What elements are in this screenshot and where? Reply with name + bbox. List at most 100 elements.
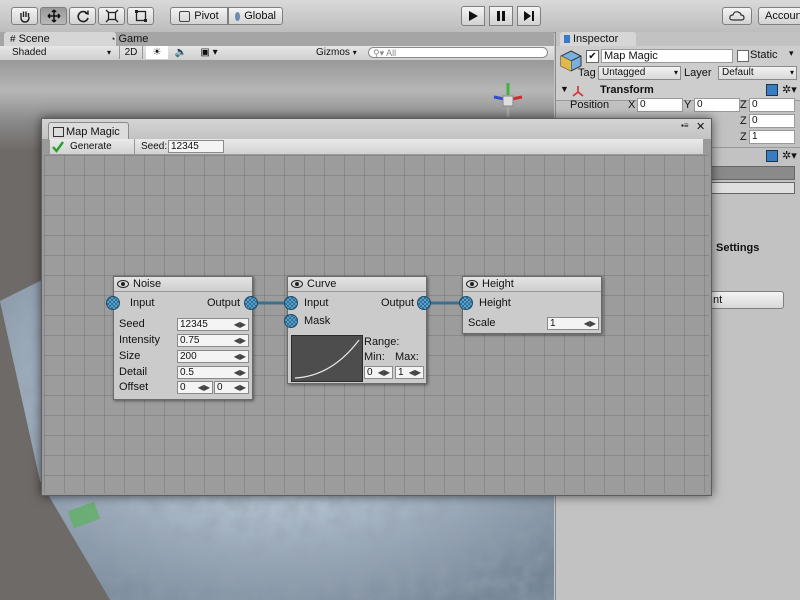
scale-z-field[interactable]: 1: [749, 130, 795, 144]
dropdown-arrow-icon: ▾: [352, 48, 357, 57]
drag-arrows-icon[interactable]: ◀▶: [409, 367, 421, 378]
seed-field[interactable]: 12345 ◀▶: [177, 318, 249, 331]
input-port[interactable]: [459, 296, 473, 310]
inspector-action-button[interactable]: nt: [706, 291, 784, 309]
component-bar: [711, 182, 795, 194]
intensity-field[interactable]: 0.75 ◀▶: [177, 334, 249, 347]
size-field[interactable]: 200 ◀▶: [177, 350, 249, 363]
position-z-field[interactable]: 0: [749, 98, 795, 112]
mask-port[interactable]: [284, 314, 298, 328]
gizmos-label: Gizmos: [316, 47, 350, 58]
node-header[interactable]: Noise: [114, 277, 252, 292]
gizmos-dropdown[interactable]: Gizmos ▾: [316, 46, 362, 59]
move-tool-button[interactable]: [40, 7, 67, 25]
foldout-arrow-icon[interactable]: ▼: [560, 84, 569, 94]
drag-arrows-icon[interactable]: ◀▶: [234, 367, 246, 378]
layer-dropdown[interactable]: Default ▾: [718, 66, 797, 80]
settings-foldout-label[interactable]: Settings: [716, 242, 759, 254]
image-icon: ▣ ▾: [200, 47, 218, 58]
input-port[interactable]: [284, 296, 298, 310]
drag-arrows-icon[interactable]: ◀▶: [198, 382, 210, 393]
gear-icon[interactable]: ✲▾: [782, 149, 797, 162]
global-button[interactable]: Global: [228, 7, 283, 25]
scene-search-input[interactable]: ⚲▾ All: [368, 47, 548, 58]
object-name-field[interactable]: Map Magic: [601, 49, 733, 63]
rotation-z-field[interactable]: 0: [749, 114, 795, 128]
eye-icon[interactable]: [291, 280, 303, 288]
scale-tool-button[interactable]: [98, 7, 125, 25]
curve-editor[interactable]: [291, 335, 363, 382]
pause-button[interactable]: [489, 6, 513, 26]
eye-icon[interactable]: [117, 280, 129, 288]
seed-field[interactable]: 12345: [168, 140, 224, 153]
transform-header[interactable]: ▼ Transform ✲▾: [556, 84, 800, 98]
eye-icon[interactable]: [466, 280, 478, 288]
tag-dropdown[interactable]: Untagged ▾: [598, 66, 681, 80]
drag-arrows-icon[interactable]: ◀▶: [234, 335, 246, 346]
tag-value: Untagged: [602, 67, 646, 78]
shading-dropdown[interactable]: Shaded ▾: [2, 46, 114, 59]
offset-x-field[interactable]: 0 ◀▶: [177, 381, 213, 394]
step-icon: [524, 11, 534, 21]
position-y-field[interactable]: 0: [694, 98, 740, 112]
play-button[interactable]: [461, 6, 485, 26]
generate-button[interactable]: Generate: [52, 140, 128, 153]
drag-arrows-icon[interactable]: ◀▶: [234, 382, 246, 393]
close-icon[interactable]: ✕: [696, 120, 705, 133]
drag-arrows-icon[interactable]: ◀▶: [584, 318, 596, 329]
pacman-icon: ◔: [110, 34, 116, 44]
tab-map-magic[interactable]: Map Magic: [48, 122, 129, 140]
dropdown-arrow-icon[interactable]: ▾: [789, 48, 794, 59]
toggle-2d-button[interactable]: 2D: [119, 46, 143, 59]
drag-arrows-icon[interactable]: ◀▶: [378, 367, 390, 378]
rect-tool-button[interactable]: [127, 7, 154, 25]
noise-node[interactable]: Noise Input Output Seed 12345 ◀▶ Intensit…: [106, 276, 258, 400]
min-field[interactable]: 0 ◀▶: [364, 366, 393, 379]
map-magic-window: Map Magic ▪≡ ✕ Generate Seed: 12345 Nois…: [41, 118, 712, 496]
window-titlebar[interactable]: Map Magic ▪≡ ✕: [42, 119, 711, 140]
height-node[interactable]: Height Height Scale 1 ◀▶: [459, 276, 602, 334]
lighting-toggle[interactable]: ☀: [146, 46, 168, 59]
tab-inspector[interactable]: Inspector: [560, 32, 636, 46]
tab-scene-label: Scene: [18, 33, 50, 45]
object-name: Map Magic: [604, 50, 658, 62]
max-field[interactable]: 1 ◀▶: [395, 366, 424, 379]
scale-field[interactable]: 1 ◀▶: [547, 317, 599, 330]
curve-node[interactable]: Curve Input Output Mask Range: Min: Max:…: [284, 276, 431, 384]
axis-z-label: Z: [740, 99, 747, 111]
cloud-button[interactable]: [722, 7, 752, 25]
pivot-button[interactable]: Pivot: [170, 7, 228, 25]
account-dropdown[interactable]: Account: [758, 7, 800, 25]
input-label: Input: [130, 297, 155, 309]
inspector-action-label: nt: [713, 294, 723, 306]
detail-field[interactable]: 0.5 ◀▶: [177, 366, 249, 379]
node-header[interactable]: Height: [463, 277, 601, 292]
output-port[interactable]: [417, 296, 431, 310]
help-icon[interactable]: [766, 150, 778, 162]
position-x-field[interactable]: 0: [637, 98, 683, 112]
offset-y-field[interactable]: 0 ◀▶: [214, 381, 249, 394]
tab-scene[interactable]: # Scene: [4, 32, 116, 46]
scene-gizmo-icon[interactable]: [488, 79, 528, 119]
step-button[interactable]: [517, 6, 541, 26]
info-icon: [564, 35, 570, 43]
active-checkbox[interactable]: ✔: [586, 50, 599, 63]
checkmark-icon: [52, 140, 64, 153]
window-menu-icon[interactable]: ▪≡: [681, 121, 689, 130]
output-port[interactable]: [244, 296, 258, 310]
effects-dropdown[interactable]: ▣ ▾: [194, 46, 224, 59]
static-checkbox[interactable]: [737, 50, 749, 62]
rotate-tool-button[interactable]: [69, 7, 96, 25]
input-port[interactable]: [106, 296, 120, 310]
audio-toggle[interactable]: 🔈: [170, 46, 192, 59]
drag-arrows-icon[interactable]: ◀▶: [234, 351, 246, 362]
drag-arrows-icon[interactable]: ◀▶: [234, 319, 246, 330]
gear-icon[interactable]: ✲▾: [782, 83, 797, 96]
node-header[interactable]: Curve: [288, 277, 426, 292]
tab-game[interactable]: ◔ Game: [104, 32, 154, 46]
node-graph-canvas[interactable]: Noise Input Output Seed 12345 ◀▶ Intensit…: [44, 155, 709, 493]
hand-tool-button[interactable]: [11, 7, 38, 25]
tab-game-label: Game: [118, 33, 149, 45]
help-icon[interactable]: [766, 84, 778, 96]
seed-value: 12345: [180, 319, 208, 330]
